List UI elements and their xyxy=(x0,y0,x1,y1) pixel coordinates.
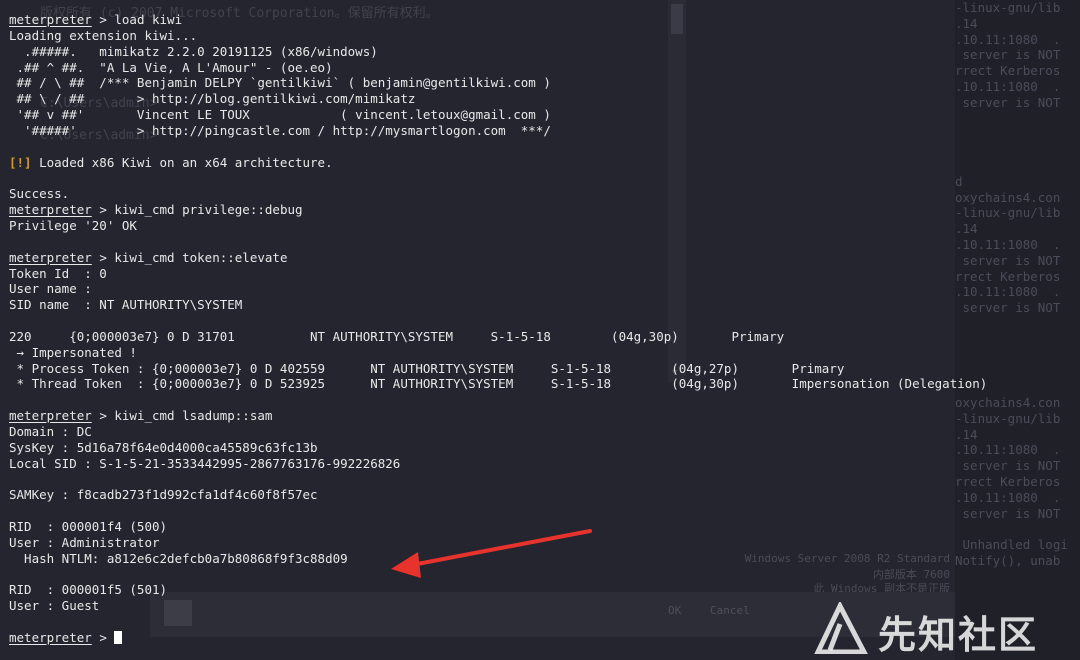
xianzhi-logo: 先知社区 xyxy=(810,602,1075,657)
xianzhi-logo-icon xyxy=(814,602,868,654)
red-annotation-arrow-icon xyxy=(391,529,592,578)
logo-text: 先知社区 xyxy=(878,613,1039,657)
